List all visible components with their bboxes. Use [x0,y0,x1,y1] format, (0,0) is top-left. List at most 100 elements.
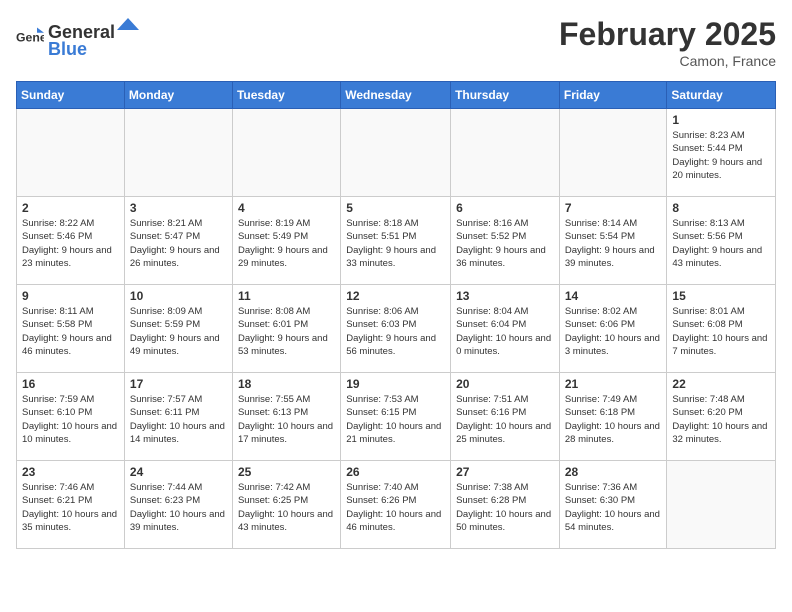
logo-blue: Blue [48,39,87,59]
day-info: Sunrise: 8:02 AM Sunset: 6:06 PM Dayligh… [565,305,662,358]
day-number: 16 [22,377,119,391]
page-header: General General Blue February 2025 Camon… [16,16,776,69]
day-info: Sunrise: 8:23 AM Sunset: 5:44 PM Dayligh… [672,129,770,182]
weekday-header-thursday: Thursday [451,82,560,109]
weekday-header-wednesday: Wednesday [341,82,451,109]
day-number: 9 [22,289,119,303]
title-block: February 2025 Camon, France [559,16,776,69]
day-number: 13 [456,289,554,303]
day-info: Sunrise: 8:08 AM Sunset: 6:01 PM Dayligh… [238,305,335,358]
calendar-cell [124,109,232,197]
calendar-cell: 28 Sunrise: 7:36 AM Sunset: 6:30 PM Dayli… [559,461,667,549]
day-info: Sunrise: 8:14 AM Sunset: 5:54 PM Dayligh… [565,217,662,270]
calendar-cell: 17Sunrise: 7:57 AM Sunset: 6:11 PM Dayli… [124,373,232,461]
day-number: 4 [238,201,335,215]
weekday-header-saturday: Saturday [667,82,776,109]
day-number: 18 [238,377,335,391]
logo-icon: General [16,24,44,52]
day-number: 6 [456,201,554,215]
day-info: Sunrise: 8:18 AM Sunset: 5:51 PM Dayligh… [346,217,445,270]
day-number: 8 [672,201,770,215]
calendar-title: February 2025 [559,16,776,53]
calendar-cell: 13 Sunrise: 8:04 AM Sunset: 6:04 PM Dayli… [451,285,560,373]
calendar-cell: 27Sunrise: 7:38 AM Sunset: 6:28 PM Dayli… [451,461,560,549]
weekday-header-tuesday: Tuesday [232,82,340,109]
day-info: Sunrise: 8:09 AM Sunset: 5:59 PM Dayligh… [130,305,227,358]
day-number: 26 [346,465,445,479]
day-number: 17 [130,377,227,391]
calendar-cell: 25 Sunrise: 7:42 AM Sunset: 6:25 PM Dayli… [232,461,340,549]
calendar-table: SundayMondayTuesdayWednesdayThursdayFrid… [16,81,776,549]
weekday-header-sunday: Sunday [17,82,125,109]
day-info: Sunrise: 8:21 AM Sunset: 5:47 PM Dayligh… [130,217,227,270]
logo-triangle-icon [117,16,139,38]
calendar-cell: 15 Sunrise: 8:01 AM Sunset: 6:08 PM Dayli… [667,285,776,373]
day-info: Sunrise: 8:19 AM Sunset: 5:49 PM Dayligh… [238,217,335,270]
day-number: 15 [672,289,770,303]
calendar-cell [341,109,451,197]
calendar-week-row: 2 Sunrise: 8:22 AM Sunset: 5:46 PM Daylig… [17,197,776,285]
calendar-week-row: 16Sunrise: 7:59 AM Sunset: 6:10 PM Dayli… [17,373,776,461]
calendar-cell: 11 Sunrise: 8:08 AM Sunset: 6:01 PM Dayli… [232,285,340,373]
day-info: Sunrise: 7:53 AM Sunset: 6:15 PM Dayligh… [346,393,445,446]
day-number: 10 [130,289,227,303]
calendar-cell: 8Sunrise: 8:13 AM Sunset: 5:56 PM Daylig… [667,197,776,285]
calendar-cell: 18 Sunrise: 7:55 AM Sunset: 6:13 PM Dayli… [232,373,340,461]
day-number: 2 [22,201,119,215]
calendar-subtitle: Camon, France [559,53,776,69]
day-info: Sunrise: 7:55 AM Sunset: 6:13 PM Dayligh… [238,393,335,446]
calendar-cell [232,109,340,197]
day-info: Sunrise: 7:51 AM Sunset: 6:16 PM Dayligh… [456,393,554,446]
day-info: Sunrise: 7:36 AM Sunset: 6:30 PM Dayligh… [565,481,662,534]
day-number: 1 [672,113,770,127]
calendar-cell: 19Sunrise: 7:53 AM Sunset: 6:15 PM Dayli… [341,373,451,461]
calendar-cell: 26 Sunrise: 7:40 AM Sunset: 6:26 PM Dayli… [341,461,451,549]
day-info: Sunrise: 7:44 AM Sunset: 6:23 PM Dayligh… [130,481,227,534]
weekday-header-friday: Friday [559,82,667,109]
calendar-cell [451,109,560,197]
calendar-cell: 23 Sunrise: 7:46 AM Sunset: 6:21 PM Dayli… [17,461,125,549]
day-number: 22 [672,377,770,391]
day-info: Sunrise: 8:22 AM Sunset: 5:46 PM Dayligh… [22,217,119,270]
calendar-cell: 3 Sunrise: 8:21 AM Sunset: 5:47 PM Daylig… [124,197,232,285]
day-number: 24 [130,465,227,479]
weekday-header-row: SundayMondayTuesdayWednesdayThursdayFrid… [17,82,776,109]
calendar-cell: 2 Sunrise: 8:22 AM Sunset: 5:46 PM Daylig… [17,197,125,285]
calendar-cell: 21 Sunrise: 7:49 AM Sunset: 6:18 PM Dayli… [559,373,667,461]
day-number: 5 [346,201,445,215]
calendar-week-row: 23 Sunrise: 7:46 AM Sunset: 6:21 PM Dayli… [17,461,776,549]
logo: General General Blue [16,16,141,60]
calendar-cell: 9Sunrise: 8:11 AM Sunset: 5:58 PM Daylig… [17,285,125,373]
day-info: Sunrise: 7:38 AM Sunset: 6:28 PM Dayligh… [456,481,554,534]
day-number: 12 [346,289,445,303]
day-number: 3 [130,201,227,215]
day-info: Sunrise: 7:42 AM Sunset: 6:25 PM Dayligh… [238,481,335,534]
day-number: 11 [238,289,335,303]
day-info: Sunrise: 7:48 AM Sunset: 6:20 PM Dayligh… [672,393,770,446]
day-info: Sunrise: 7:40 AM Sunset: 6:26 PM Dayligh… [346,481,445,534]
day-number: 28 [565,465,662,479]
calendar-cell: 5 Sunrise: 8:18 AM Sunset: 5:51 PM Daylig… [341,197,451,285]
calendar-cell: 22 Sunrise: 7:48 AM Sunset: 6:20 PM Dayli… [667,373,776,461]
day-number: 21 [565,377,662,391]
calendar-cell: 1 Sunrise: 8:23 AM Sunset: 5:44 PM Daylig… [667,109,776,197]
day-info: Sunrise: 8:06 AM Sunset: 6:03 PM Dayligh… [346,305,445,358]
day-number: 23 [22,465,119,479]
calendar-cell [667,461,776,549]
day-number: 25 [238,465,335,479]
calendar-cell: 12 Sunrise: 8:06 AM Sunset: 6:03 PM Dayli… [341,285,451,373]
day-number: 14 [565,289,662,303]
day-info: Sunrise: 8:01 AM Sunset: 6:08 PM Dayligh… [672,305,770,358]
day-number: 7 [565,201,662,215]
day-number: 20 [456,377,554,391]
calendar-cell: 7 Sunrise: 8:14 AM Sunset: 5:54 PM Daylig… [559,197,667,285]
day-info: Sunrise: 8:04 AM Sunset: 6:04 PM Dayligh… [456,305,554,358]
day-info: Sunrise: 7:49 AM Sunset: 6:18 PM Dayligh… [565,393,662,446]
calendar-cell [17,109,125,197]
calendar-cell: 4 Sunrise: 8:19 AM Sunset: 5:49 PM Daylig… [232,197,340,285]
day-info: Sunrise: 8:16 AM Sunset: 5:52 PM Dayligh… [456,217,554,270]
calendar-cell: 10 Sunrise: 8:09 AM Sunset: 5:59 PM Dayli… [124,285,232,373]
day-info: Sunrise: 7:46 AM Sunset: 6:21 PM Dayligh… [22,481,119,534]
weekday-header-monday: Monday [124,82,232,109]
calendar-cell: 24 Sunrise: 7:44 AM Sunset: 6:23 PM Dayli… [124,461,232,549]
